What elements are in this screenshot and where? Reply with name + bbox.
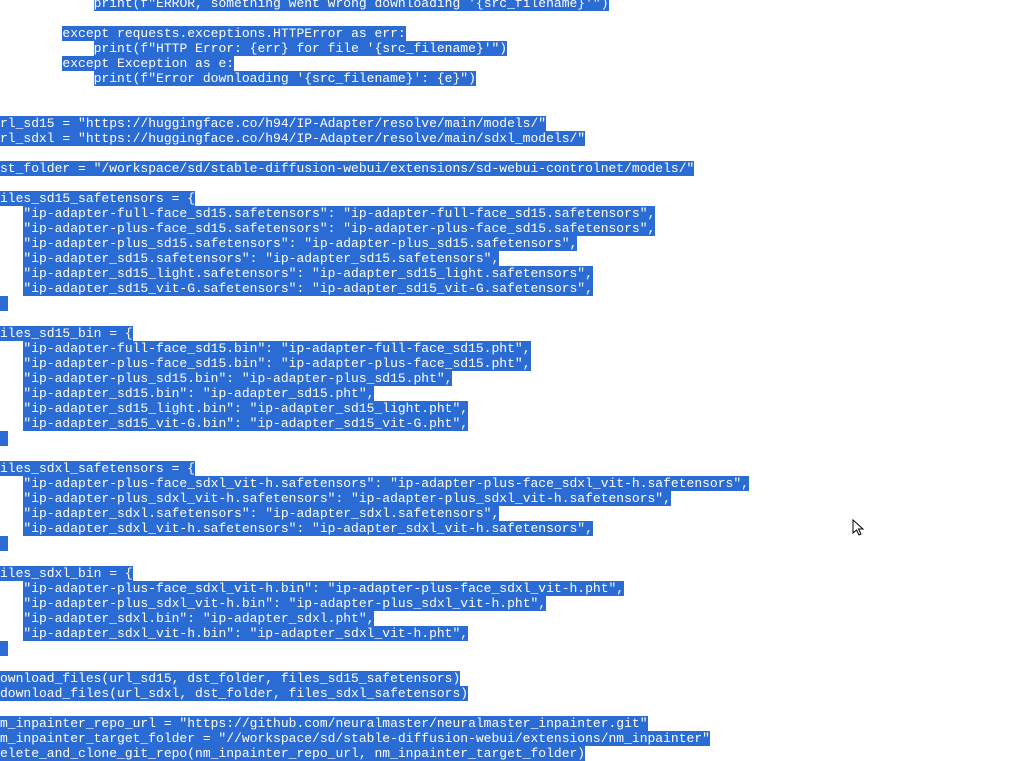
selected-text[interactable]: "ip-adapter-plus_sd15.safetensors": "ip-… [23, 236, 577, 251]
code-line[interactable]: "ip-adapter-plus-face_sd15.bin": "ip-ada… [0, 356, 749, 371]
code-line[interactable]: download_files(url_sdxl, dst_folder, fil… [0, 686, 749, 701]
code-line[interactable] [0, 641, 749, 656]
selected-text[interactable]: "ip-adapter-plus_sdxl_vit-h.bin": "ip-ad… [23, 596, 546, 611]
selected-text[interactable]: "ip-adapter_sdxl_vit-h.bin": "ip-adapter… [23, 626, 468, 641]
code-line[interactable]: rl_sdxl = "https://huggingface.co/h94/IP… [0, 131, 749, 146]
code-line[interactable] [0, 551, 749, 566]
selected-text[interactable]: "ip-adapter_sd15_vit-G.safetensors": "ip… [23, 281, 593, 296]
code-line[interactable]: "ip-adapter_sd15.safetensors": "ip-adapt… [0, 251, 749, 266]
code-line[interactable] [0, 11, 749, 26]
code-line[interactable]: "ip-adapter-plus_sd15.safetensors": "ip-… [0, 236, 749, 251]
selected-text[interactable]: st_folder = "/workspace/sd/stable-diffus… [0, 161, 694, 176]
selected-text[interactable]: iles_sd15_bin = { [0, 326, 133, 341]
selected-text[interactable]: "ip-adapter_sdxl.bin": "ip-adapter_sdxl.… [23, 611, 374, 626]
code-line[interactable]: print(f"Error downloading '{src_filename… [0, 71, 749, 86]
code-line[interactable] [0, 86, 749, 101]
code-line[interactable]: st_folder = "/workspace/sd/stable-diffus… [0, 161, 749, 176]
selected-text[interactable]: print(f"HTTP Error: {err} for file '{src… [94, 41, 507, 56]
code-line[interactable]: iles_sd15_safetensors = { [0, 191, 749, 206]
selected-text[interactable]: iles_sd15_safetensors = { [0, 191, 195, 206]
code-line[interactable]: "ip-adapter-plus-face_sdxl_vit-h.bin": "… [0, 581, 749, 596]
selected-text[interactable]: except requests.exceptions.HTTPError as … [62, 26, 405, 41]
selected-text[interactable]: "ip-adapter-plus-face_sdxl_vit-h.safeten… [23, 476, 749, 491]
selected-text[interactable]: m_inpainter_target_folder = "//workspace… [0, 731, 710, 746]
code-line[interactable]: "ip-adapter_sdxl_vit-h.bin": "ip-adapter… [0, 626, 749, 641]
code-line[interactable]: "ip-adapter_sd15_light.bin": "ip-adapter… [0, 401, 749, 416]
selected-text[interactable]: m_inpainter_repo_url = "https://github.c… [0, 716, 648, 731]
code-line[interactable]: "ip-adapter-full-face_sd15.bin": "ip-ada… [0, 341, 749, 356]
selected-text[interactable]: "ip-adapter_sd15_light.bin": "ip-adapter… [23, 401, 468, 416]
code-line[interactable]: "ip-adapter_sdxl.safetensors": "ip-adapt… [0, 506, 749, 521]
code-line[interactable]: rl_sd15 = "https://huggingface.co/h94/IP… [0, 116, 749, 131]
code-line[interactable]: print(f"HTTP Error: {err} for file '{src… [0, 41, 749, 56]
selected-text[interactable]: "ip-adapter_sdxl_vit-h.safetensors": "ip… [23, 521, 593, 536]
selected-text[interactable]: iles_sdxl_safetensors = { [0, 461, 195, 476]
code-line[interactable] [0, 146, 749, 161]
code-line[interactable] [0, 536, 749, 551]
selected-text[interactable]: rl_sdxl = "https://huggingface.co/h94/IP… [0, 131, 585, 146]
selected-text[interactable]: "ip-adapter-plus_sdxl_vit-h.safetensors"… [23, 491, 671, 506]
selected-text[interactable]: "ip-adapter-full-face_sd15.bin": "ip-ada… [23, 341, 530, 356]
selected-text[interactable]: download_files(url_sdxl, dst_folder, fil… [0, 686, 468, 701]
selected-text[interactable]: iles_sdxl_bin = { [0, 566, 133, 581]
selected-text[interactable]: except Exception as e: [62, 56, 234, 71]
code-line[interactable]: "ip-adapter-plus_sdxl_vit-h.safetensors"… [0, 491, 749, 506]
selected-text[interactable]: "ip-adapter_sd15_light.safetensors": "ip… [23, 266, 593, 281]
selected-text[interactable]: "ip-adapter_sd15.safetensors": "ip-adapt… [23, 251, 499, 266]
selected-text[interactable]: "ip-adapter_sd15_vit-G.bin": "ip-adapter… [23, 416, 468, 431]
selected-text[interactable]: elete_and_clone_git_repo(nm_inpainter_re… [0, 746, 585, 761]
code-line[interactable]: ownload_files(url_sd15, dst_folder, file… [0, 671, 749, 686]
selected-text[interactable]: "ip-adapter_sd15.bin": "ip-adapter_sd15.… [23, 386, 374, 401]
mouse-cursor-icon [852, 519, 868, 535]
code-line[interactable] [0, 296, 749, 311]
selected-text[interactable]: rl_sd15 = "https://huggingface.co/h94/IP… [0, 116, 546, 131]
code-line[interactable]: iles_sd15_bin = { [0, 326, 749, 341]
selected-text[interactable]: print(f"Error downloading '{src_filename… [94, 71, 476, 86]
code-line[interactable]: m_inpainter_repo_url = "https://github.c… [0, 716, 749, 731]
code-line[interactable]: "ip-adapter-plus_sdxl_vit-h.bin": "ip-ad… [0, 596, 749, 611]
code-line[interactable]: "ip-adapter-plus-face_sd15.safetensors":… [0, 221, 749, 236]
code-line[interactable]: "ip-adapter_sdxl.bin": "ip-adapter_sdxl.… [0, 611, 749, 626]
code-line[interactable]: iles_sdxl_safetensors = { [0, 461, 749, 476]
selected-text[interactable]: "ip-adapter_sdxl.safetensors": "ip-adapt… [23, 506, 499, 521]
code-line[interactable] [0, 656, 749, 671]
code-line[interactable]: except requests.exceptions.HTTPError as … [0, 26, 749, 41]
code-line[interactable]: "ip-adapter-full-face_sd15.safetensors":… [0, 206, 749, 221]
code-line[interactable]: elete_and_clone_git_repo(nm_inpainter_re… [0, 746, 749, 761]
code-line[interactable]: "ip-adapter_sd15_light.safetensors": "ip… [0, 266, 749, 281]
code-line[interactable] [0, 311, 749, 326]
code-line[interactable]: except Exception as e: [0, 56, 749, 71]
code-line[interactable]: "ip-adapter_sd15_vit-G.bin": "ip-adapter… [0, 416, 749, 431]
code-line[interactable]: "ip-adapter_sd15_vit-G.safetensors": "ip… [0, 281, 749, 296]
selected-text[interactable]: ownload_files(url_sd15, dst_folder, file… [0, 671, 460, 686]
code-line[interactable] [0, 101, 749, 116]
code-line[interactable]: iles_sdxl_bin = { [0, 566, 749, 581]
code-line[interactable]: "ip-adapter_sd15.bin": "ip-adapter_sd15.… [0, 386, 749, 401]
selected-text[interactable]: "ip-adapter-plus-face_sd15.safetensors":… [23, 221, 655, 236]
code-line[interactable] [0, 176, 749, 191]
code-line[interactable] [0, 446, 749, 461]
selected-text[interactable]: "ip-adapter-full-face_sd15.safetensors":… [23, 206, 655, 221]
selected-text[interactable]: "ip-adapter-plus-face_sdxl_vit-h.bin": "… [23, 581, 624, 596]
selected-text[interactable]: "ip-adapter-plus_sd15.bin": "ip-adapter-… [23, 371, 452, 386]
code-line[interactable] [0, 701, 749, 716]
code-line[interactable]: "ip-adapter-plus-face_sdxl_vit-h.safeten… [0, 476, 749, 491]
code-editor-selection[interactable]: print(f"ERROR, something went wrong down… [0, 0, 749, 761]
selected-text[interactable]: print(f"ERROR, something went wrong down… [94, 0, 609, 11]
code-line[interactable] [0, 431, 749, 446]
code-line[interactable]: print(f"ERROR, something went wrong down… [0, 0, 749, 11]
code-line[interactable]: m_inpainter_target_folder = "//workspace… [0, 731, 749, 746]
selected-text[interactable]: "ip-adapter-plus-face_sd15.bin": "ip-ada… [23, 356, 530, 371]
code-line[interactable]: "ip-adapter-plus_sd15.bin": "ip-adapter-… [0, 371, 749, 386]
code-line[interactable]: "ip-adapter_sdxl_vit-h.safetensors": "ip… [0, 521, 749, 536]
